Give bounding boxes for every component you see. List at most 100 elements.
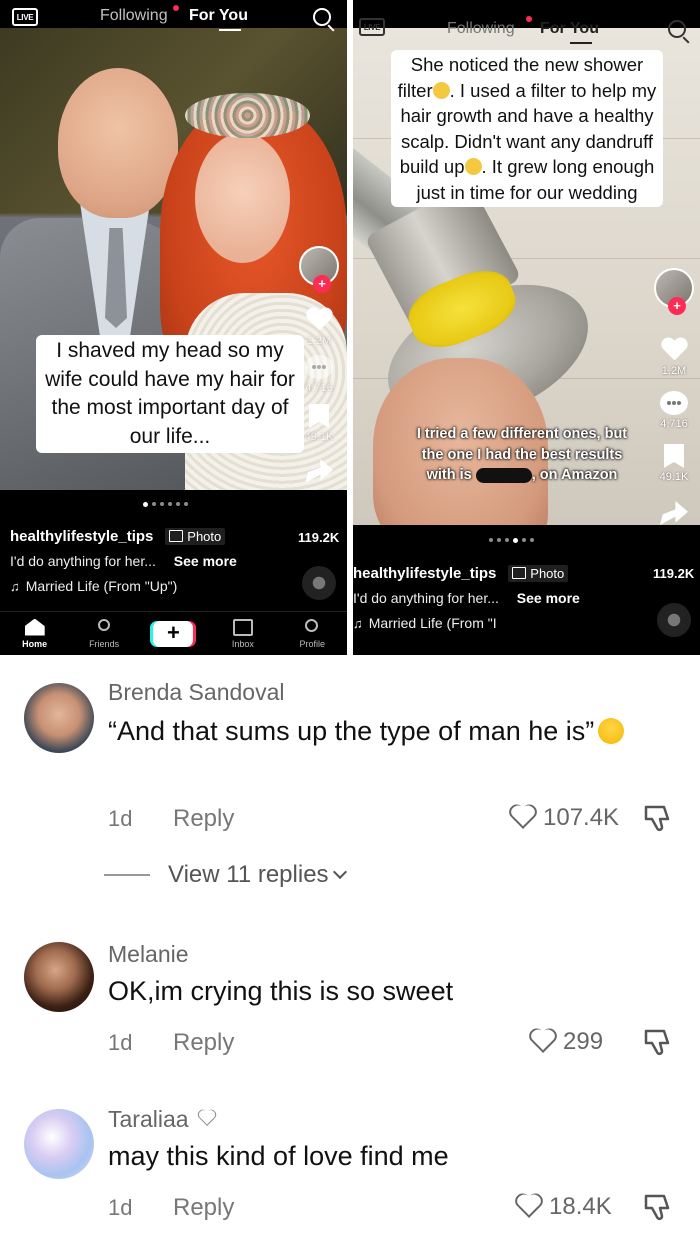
live-icon[interactable]: LIVE <box>12 8 38 26</box>
share-button[interactable] <box>305 459 333 483</box>
see-more-link[interactable]: See more <box>517 590 580 606</box>
avatar[interactable] <box>24 1109 94 1179</box>
share-icon <box>305 459 333 483</box>
see-more-link[interactable]: See more <box>174 553 237 569</box>
dislike-icon[interactable] <box>642 1027 674 1057</box>
photo-badge: Photo <box>165 528 226 545</box>
reply-button[interactable]: Reply <box>173 1029 234 1057</box>
tab-for-you[interactable]: For You <box>189 7 248 31</box>
comment-text: “And that sums up the type of man he is” <box>108 712 648 750</box>
nav-friends[interactable]: Friends <box>78 618 130 649</box>
post-description: I'd do anything for her... <box>353 590 499 606</box>
post-left: LIVE Following For You I shaved my head … <box>0 0 347 655</box>
carousel-dot <box>176 502 180 506</box>
friends-icon <box>94 618 114 636</box>
search-icon[interactable] <box>313 8 331 26</box>
tab-following[interactable]: Following <box>100 7 168 25</box>
comment-text: may this kind of love find me <box>108 1141 449 1171</box>
comment-age: 1d <box>108 1030 133 1055</box>
notification-dot <box>526 16 532 22</box>
music-row[interactable]: ♫ Married Life (From "Up") <box>10 578 237 594</box>
creator-avatar[interactable]: + <box>299 246 339 293</box>
like-count: 1.2M <box>661 365 687 377</box>
comment-author[interactable]: Taraliaa <box>108 1106 217 1133</box>
comment-author[interactable]: Brenda Sandoval <box>108 679 284 706</box>
music-disc-icon[interactable] <box>657 603 691 637</box>
avatar[interactable] <box>24 683 94 753</box>
creator-avatar[interactable]: + <box>654 268 694 315</box>
share-button[interactable] <box>660 501 688 525</box>
music-title: Married Life (From "I <box>368 615 497 631</box>
comment-author[interactable]: Melanie <box>108 941 189 968</box>
carousel-dot <box>530 538 534 542</box>
carousel-dot <box>152 502 156 506</box>
carousel-dot <box>505 538 509 542</box>
view-replies-button[interactable]: View 11 replies <box>104 861 347 889</box>
dislike-icon[interactable] <box>642 1192 674 1222</box>
comment-icon <box>660 391 688 415</box>
groom-head <box>58 68 178 218</box>
inbox-icon <box>232 618 253 636</box>
dislike-icon[interactable] <box>642 803 674 833</box>
comment-like-button[interactable]: 18.4K <box>514 1193 612 1221</box>
photo-badge: Photo <box>508 565 569 582</box>
overlay-text-after: , on Amazon <box>531 467 618 483</box>
top-nav: LIVE Following For You <box>0 0 347 34</box>
bookmark-icon <box>309 404 329 428</box>
reply-button[interactable]: Reply <box>173 1194 234 1222</box>
home-icon <box>24 618 45 636</box>
follow-plus-icon[interactable]: + <box>313 275 331 293</box>
redaction-bar <box>475 467 532 483</box>
create-plus-icon: + <box>153 620 194 647</box>
comment-text: OK,im crying this is so sweet <box>108 976 454 1006</box>
comment-button[interactable]: 4,716 <box>660 391 688 430</box>
username-link[interactable]: healthylifestyle_tips <box>353 565 496 582</box>
music-title: Married Life (From "Up") <box>25 578 178 594</box>
nav-inbox[interactable]: Inbox <box>217 618 269 649</box>
heart-outline-icon <box>514 1194 544 1220</box>
heart-icon <box>661 338 687 362</box>
carousel-dot <box>489 538 493 542</box>
username-link[interactable]: healthylifestyle_tips <box>10 528 153 545</box>
carousel-dot <box>184 502 188 506</box>
music-note-icon: ♫ <box>10 579 20 594</box>
nav-create[interactable]: + <box>147 620 199 647</box>
nav-home[interactable]: Home <box>9 618 61 649</box>
save-count: 49.1K <box>659 471 689 483</box>
save-button[interactable]: 49.1K <box>304 404 334 443</box>
flower-crown <box>185 93 310 138</box>
profile-icon <box>302 618 322 636</box>
chevron-down-icon <box>332 864 347 880</box>
share-icon <box>660 501 688 525</box>
comments-section: Brenda Sandoval “And that sums up the ty… <box>0 655 700 1236</box>
comment-like-button[interactable]: 107.4K <box>508 804 619 832</box>
tab-for-you[interactable]: For You <box>540 20 599 44</box>
comment-like-button[interactable]: 299 <box>528 1028 603 1056</box>
search-icon[interactable] <box>668 20 686 38</box>
like-button[interactable]: 1.2M <box>306 308 332 347</box>
reply-button[interactable]: Reply <box>173 805 234 833</box>
comment-like-count: 107.4K <box>543 804 620 831</box>
music-disc-icon[interactable] <box>302 566 336 600</box>
heart-outline-icon <box>197 1110 217 1128</box>
carousel-dot <box>497 538 501 542</box>
view-replies-label: View 11 replies <box>168 861 329 888</box>
post-info: healthylifestyle_tips Photo I'd do anyth… <box>353 565 580 631</box>
tab-following[interactable]: Following <box>447 20 515 38</box>
comment-age: 1d <box>108 806 133 831</box>
like-count: 1.2M <box>306 335 332 347</box>
music-row[interactable]: ♫ Married Life (From "I <box>353 615 580 631</box>
music-note-icon: ♫ <box>353 616 363 631</box>
follow-plus-icon[interactable]: + <box>668 297 686 315</box>
avatar[interactable] <box>24 942 94 1012</box>
like-button[interactable]: 1.2M <box>661 338 687 377</box>
live-icon[interactable]: LIVE <box>359 18 385 36</box>
nav-profile[interactable]: Profile <box>286 618 338 649</box>
comment-like-count: 18.4K <box>549 1193 612 1220</box>
notification-dot <box>173 5 179 11</box>
comment-button[interactable]: 4,716 <box>305 355 333 394</box>
save-count: 49.1K <box>304 431 334 443</box>
post-description: I'd do anything for her... <box>10 553 156 569</box>
heart-icon <box>306 308 332 332</box>
save-button[interactable]: 49.1K <box>659 444 689 483</box>
